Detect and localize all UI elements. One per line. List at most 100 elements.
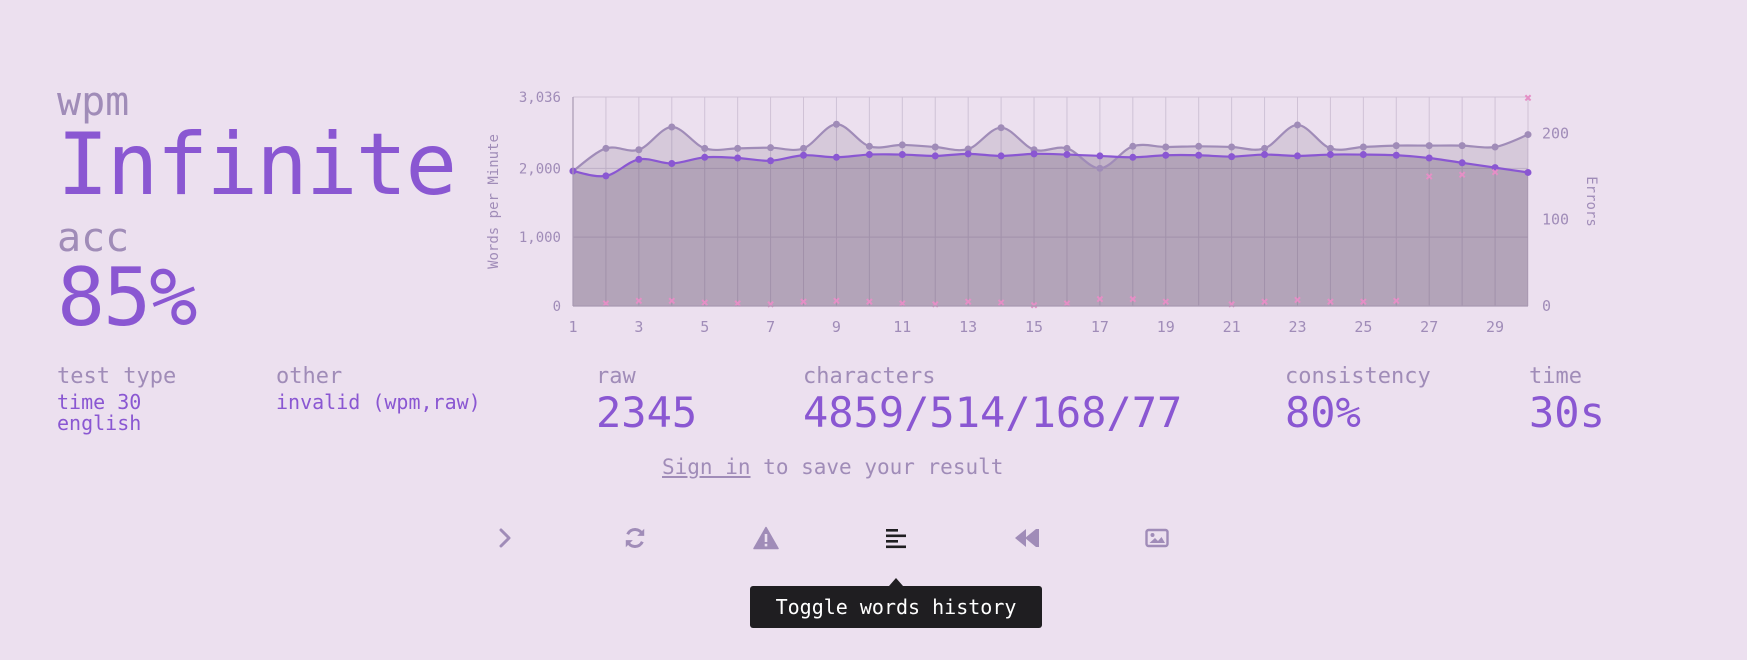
raw-point — [1162, 143, 1170, 151]
raw-point — [1326, 144, 1334, 152]
raw-point — [701, 144, 709, 152]
wpm-value: Infinite — [57, 115, 457, 215]
time-value: 30s — [1529, 388, 1605, 437]
raw-point — [1063, 144, 1071, 152]
x-tick-label: 5 — [700, 318, 709, 336]
backward-icon — [1015, 529, 1039, 547]
refresh-icon — [625, 528, 645, 548]
signin-text: to save your result — [763, 455, 1004, 479]
y2-tick-label: 100 — [1542, 211, 1569, 229]
wpm-point — [1162, 151, 1170, 159]
x-tick-label: 13 — [959, 318, 977, 336]
x-tick-label: 1 — [568, 318, 577, 336]
x-tick-label: 19 — [1157, 318, 1175, 336]
raw-point — [1195, 142, 1203, 150]
y2-tick-label: 200 — [1542, 124, 1569, 142]
x-tick-label: 15 — [1025, 318, 1043, 336]
x-tick-label: 23 — [1288, 318, 1306, 336]
wpm-point — [832, 153, 840, 161]
raw-point — [832, 120, 840, 128]
save-screenshot-button[interactable] — [1139, 522, 1175, 554]
raw-point — [997, 124, 1005, 132]
wpm-point — [1458, 159, 1466, 167]
raw-point — [1524, 131, 1532, 139]
test-type-value: time 30 english — [57, 392, 141, 434]
next-test-button[interactable] — [487, 522, 523, 554]
wpm-point — [997, 152, 1005, 160]
x-tick-label: 3 — [634, 318, 643, 336]
other-label: other — [276, 364, 343, 389]
raw-point — [668, 123, 676, 131]
raw-point — [1228, 143, 1236, 151]
y-tick-label: 0 — [553, 299, 561, 315]
wpm-point — [964, 150, 972, 158]
consistency-label: consistency — [1285, 364, 1431, 389]
wpm-point — [898, 151, 906, 159]
wpm-point — [1261, 151, 1269, 159]
raw-point — [1359, 143, 1367, 151]
x-tick-label: 25 — [1354, 318, 1372, 336]
consistency-value: 80% — [1285, 388, 1361, 437]
raw-label: raw — [596, 364, 636, 389]
wpm-point — [1195, 151, 1203, 159]
wpm-point — [1425, 154, 1433, 162]
image-icon — [1145, 528, 1169, 548]
acc-value: 85% — [57, 251, 197, 344]
wpm-point — [865, 151, 873, 159]
raw-value: 2345 — [596, 388, 698, 437]
wpm-point — [1228, 153, 1236, 161]
wpm-point — [602, 172, 610, 180]
align-left-icon — [886, 529, 906, 549]
y-tick-label: 1,000 — [519, 230, 561, 246]
toggle-words-history-button[interactable] — [878, 522, 914, 554]
wpm-point — [800, 151, 808, 159]
x-tick-label: 9 — [832, 318, 841, 336]
raw-point — [1261, 144, 1269, 152]
wpm-point — [1326, 151, 1334, 159]
raw-point — [865, 142, 873, 150]
x-tick-label: 29 — [1486, 318, 1504, 336]
x-tick-label: 27 — [1420, 318, 1438, 336]
wpm-area — [573, 153, 1528, 306]
wpm-point — [635, 155, 643, 163]
signin-link[interactable]: Sign in — [662, 455, 751, 479]
y-axis-label: Words per Minute — [486, 134, 502, 269]
test-type-label: test type — [57, 364, 177, 389]
wpm-point — [734, 154, 742, 162]
wpm-point — [1293, 152, 1301, 160]
other-value: invalid (wpm,raw) — [276, 390, 481, 414]
wpm-point — [1063, 151, 1071, 159]
wpm-point — [1392, 151, 1400, 159]
y-tick-label: 2,000 — [519, 161, 561, 177]
x-tick-label: 17 — [1091, 318, 1109, 336]
raw-point — [931, 143, 939, 151]
warning-icon — [753, 526, 779, 550]
characters-label: characters — [803, 364, 936, 389]
raw-point — [767, 144, 775, 152]
wpm-point — [1524, 168, 1532, 176]
signin-prompt: Sign in to save your result — [662, 457, 1003, 478]
raw-point — [1458, 142, 1466, 150]
test-type-language: english — [57, 411, 142, 435]
raw-point — [1392, 142, 1400, 150]
time-label: time — [1529, 364, 1582, 389]
wpm-point — [1096, 152, 1104, 160]
x-tick-label: 7 — [766, 318, 775, 336]
restart-test-button[interactable] — [617, 522, 653, 554]
tooltip-arrow — [889, 578, 903, 586]
y2-tick-label: 0 — [1542, 297, 1551, 315]
y2-axis-label: Errors — [1583, 176, 1599, 227]
chevron-right-icon — [499, 528, 511, 548]
raw-point — [800, 144, 808, 152]
raw-point — [1096, 164, 1104, 172]
wpm-point — [931, 152, 939, 160]
raw-point — [1491, 143, 1499, 151]
tooltip: Toggle words history — [750, 586, 1042, 628]
x-tick-label: 21 — [1223, 318, 1241, 336]
wpm-point — [701, 153, 709, 161]
raw-point — [602, 144, 610, 152]
report-button[interactable] — [748, 522, 784, 554]
wpm-point — [1129, 153, 1137, 161]
watch-replay-button[interactable] — [1009, 522, 1045, 554]
raw-point — [1425, 142, 1433, 150]
